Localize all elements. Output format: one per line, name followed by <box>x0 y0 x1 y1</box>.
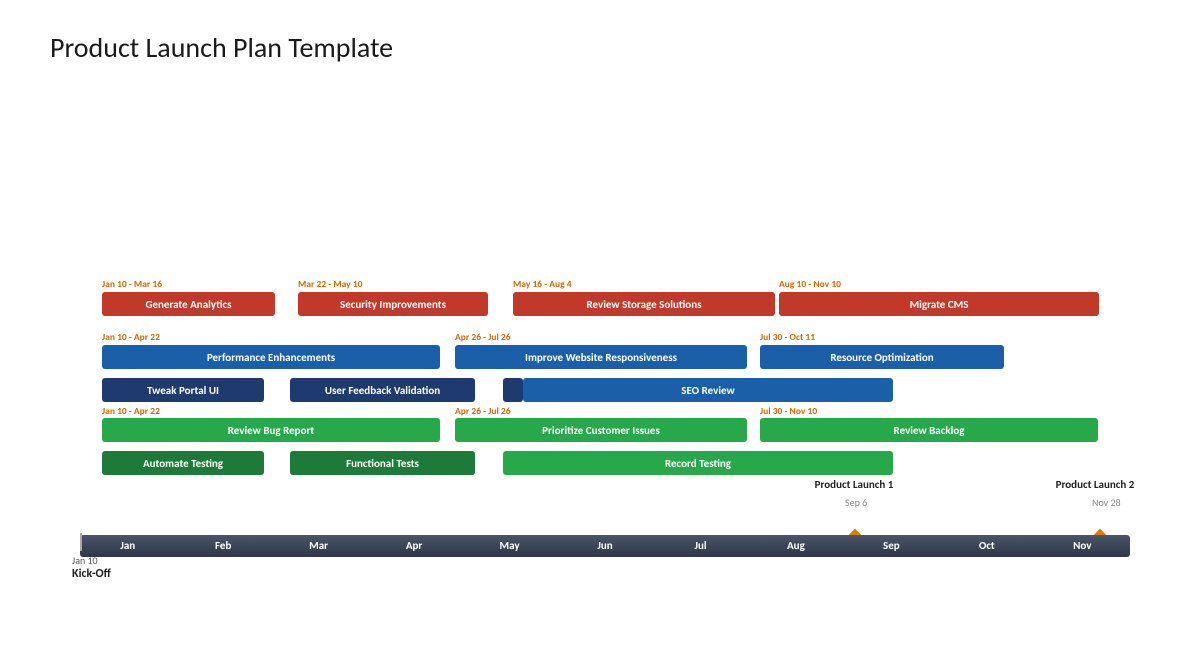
resource-optimization-bar: Resource Optimization <box>760 345 1004 369</box>
review-storage-bar: Review Storage Solutions <box>513 292 775 316</box>
record-testing-bar: Record Testing <box>503 451 893 475</box>
seo-small-bar <box>503 378 523 402</box>
page-container: Product Launch Plan Template Jan 10 - Ma… <box>0 0 1180 525</box>
launch-1-label: Product Launch 1 <box>804 478 904 491</box>
seo-review-bar: SEO Review <box>523 378 893 402</box>
security-improvements-bar: Security Improvements <box>298 292 488 316</box>
date-label: Apr 26 - Jul 26 <box>455 405 511 417</box>
review-bug-report-bar: Review Bug Report <box>102 418 440 442</box>
review-backlog-bar: Review Backlog <box>760 418 1098 442</box>
date-label: Jan 10 - Apr 22 <box>102 331 160 343</box>
kickoff-area <box>80 533 82 551</box>
tweak-portal-bar: Tweak Portal UI <box>102 378 264 402</box>
performance-enhancements-bar: Performance Enhancements <box>102 345 440 369</box>
timeline-months: Jan Feb Mar Apr May Jun Jul Aug Sep Oct … <box>80 537 1130 555</box>
prioritize-customer-bar: Prioritize Customer Issues <box>455 418 747 442</box>
launch-1-date: Sep 6 <box>845 496 867 509</box>
month-apr: Apr <box>366 537 461 555</box>
date-label: Apr 26 - Jul 26 <box>455 331 511 343</box>
month-nov: Nov <box>1035 537 1130 555</box>
date-label: May 16 - Aug 4 <box>513 278 572 290</box>
timeline-container: Product Launch 1 Sep 6 Product Launch 2 … <box>50 510 1150 590</box>
kickoff-text: Kick-Off <box>72 567 111 581</box>
date-label: Mar 22 - May 10 <box>298 278 362 290</box>
month-aug: Aug <box>748 537 843 555</box>
date-label: Jan 10 - Apr 22 <box>102 405 160 417</box>
kickoff-date-label: Jan 10 <box>72 554 98 567</box>
migrate-cms-bar: Migrate CMS <box>779 292 1099 316</box>
date-label: Aug 10 - Nov 10 <box>779 278 841 290</box>
month-oct: Oct <box>939 537 1034 555</box>
date-label: Jul 30 - Nov 10 <box>760 405 817 417</box>
date-label: Jul 30 - Oct 11 <box>760 331 815 343</box>
launch-2-date: Nov 28 <box>1092 496 1121 509</box>
month-feb: Feb <box>175 537 270 555</box>
month-jul: Jul <box>653 537 748 555</box>
functional-tests-bar: Functional Tests <box>290 451 475 475</box>
month-jun: Jun <box>557 537 652 555</box>
automate-testing-bar: Automate Testing <box>102 451 264 475</box>
month-jan: Jan <box>80 537 175 555</box>
month-may: May <box>462 537 557 555</box>
month-mar: Mar <box>271 537 366 555</box>
user-feedback-bar: User Feedback Validation <box>290 378 475 402</box>
improve-responsiveness-bar: Improve Website Responsiveness <box>455 345 747 369</box>
date-label: Jan 10 - Mar 16 <box>102 278 162 290</box>
generate-analytics-bar: Generate Analytics <box>102 292 275 316</box>
page-title: Product Launch Plan Template <box>50 30 1130 65</box>
gantt-area: Jan 10 - Mar 16 Mar 22 - May 10 May 16 -… <box>50 95 1130 505</box>
month-sep: Sep <box>844 537 939 555</box>
launch-2-label: Product Launch 2 <box>1040 478 1150 491</box>
